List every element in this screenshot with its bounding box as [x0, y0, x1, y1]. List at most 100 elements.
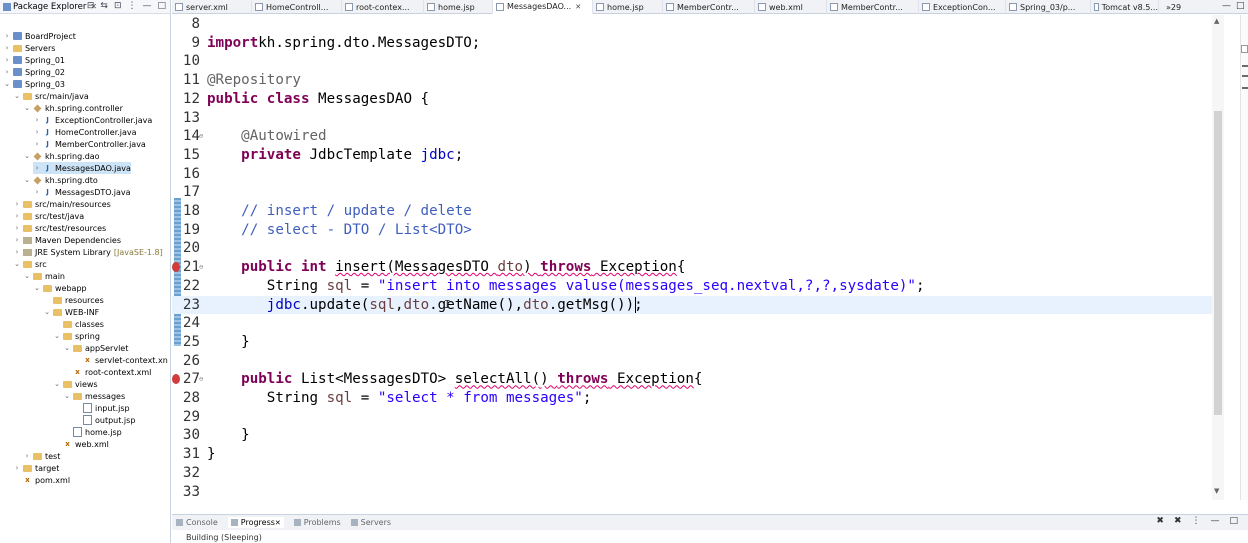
tree-item[interactable]: › test	[23, 450, 61, 462]
expand-arrow-icon[interactable]: ⌄	[63, 344, 71, 352]
editor-tab[interactable]: MemberContr...	[663, 0, 755, 14]
tree-item[interactable]: › BoardProject	[3, 30, 76, 42]
tree-item[interactable]: ⌄ kh.spring.controller	[23, 102, 123, 114]
code-line[interactable]: 9 importkh.spring.dto.MessagesDTO;	[172, 34, 1212, 53]
tree-item[interactable]: ⌄ Spring_03	[3, 78, 65, 90]
fold-toggle-icon[interactable]: ⊖	[199, 370, 203, 389]
code-editor[interactable]: 8 9 importkh.spring.dto.MessagesDTO; 10 11 @R…	[172, 15, 1240, 500]
expand-arrow-icon[interactable]: ⌄	[33, 284, 41, 292]
code-text[interactable]: }	[207, 333, 250, 352]
tree-item[interactable]: › Maven Dependencies	[13, 234, 121, 246]
expand-arrow-icon[interactable]: ⌄	[23, 176, 31, 184]
bottom-tab[interactable]: Console	[176, 518, 218, 527]
code-text[interactable]: String sql = "insert into messages valus…	[207, 277, 925, 296]
tree-item[interactable]: ⌄ views	[53, 378, 98, 390]
code-text[interactable]: public int insert(MessagesDTO dto) throw…	[207, 258, 685, 277]
code-line[interactable]: 24	[172, 314, 1212, 333]
expand-arrow-icon[interactable]: ⌄	[3, 80, 11, 88]
maximize-icon[interactable]: □	[157, 1, 166, 11]
tree-item[interactable]: ⌄ spring	[53, 330, 100, 342]
minimize-icon[interactable]: —	[142, 1, 151, 11]
scroll-up-icon[interactable]: ▲	[1214, 17, 1219, 25]
tree-item[interactable]: ⌄ main	[23, 270, 65, 282]
code-text[interactable]: // insert / update / delete	[207, 202, 472, 221]
editor-tab[interactable]: Tomcat v8.5...	[1091, 0, 1159, 14]
code-line[interactable]: 22 String sql = "insert into messages va…	[172, 277, 1212, 296]
overview-marker[interactable]	[1242, 65, 1248, 67]
vertical-scrollbar[interactable]: ▲ ▼	[1212, 15, 1224, 500]
tree-item[interactable]: output.jsp	[73, 414, 135, 426]
expand-arrow-icon[interactable]: ›	[33, 140, 41, 148]
code-line[interactable]: 17	[172, 183, 1212, 202]
code-line[interactable]: 14 ⊖ @Autowired	[172, 127, 1212, 146]
code-line[interactable]: 18 // insert / update / delete	[172, 202, 1212, 221]
expand-arrow-icon[interactable]: ›	[3, 44, 11, 52]
code-line[interactable]: 16	[172, 165, 1212, 184]
expand-arrow-icon[interactable]: ›	[13, 224, 21, 232]
tree-item[interactable]: pom.xml	[13, 474, 70, 486]
editor-tab[interactable]: MemberContr...	[827, 0, 919, 14]
code-line[interactable]: 29	[172, 408, 1212, 427]
expand-arrow-icon[interactable]: ›	[13, 212, 21, 220]
tab-overflow-button[interactable]: »29	[1163, 0, 1191, 14]
editor-tab[interactable]: server.xml	[172, 0, 252, 14]
editor-tab[interactable]: home.jsp	[424, 0, 493, 14]
expand-arrow-icon[interactable]: ›	[33, 164, 41, 172]
tree-item[interactable]: ⌄ kh.spring.dao	[23, 150, 100, 162]
tree-item[interactable]: › ExceptionController.java	[33, 114, 153, 126]
code-line[interactable]: 8	[172, 15, 1212, 34]
minimize-icon[interactable]: —	[1222, 1, 1231, 11]
link-editor-icon[interactable]: ⇆	[100, 1, 108, 11]
code-line[interactable]: 28 String sql = "select * from messages"…	[172, 389, 1212, 408]
fold-toggle-icon[interactable]: ⊖	[199, 127, 203, 146]
code-text[interactable]: }	[207, 445, 216, 464]
tree-item[interactable]: home.jsp	[63, 426, 122, 438]
expand-arrow-icon[interactable]: ⌄	[13, 92, 21, 100]
minimize-icon[interactable]: —	[1210, 516, 1219, 526]
editor-tab[interactable]: MessagesDAO... ✕	[493, 0, 593, 14]
expand-arrow-icon[interactable]: ⌄	[23, 104, 31, 112]
focus-icon[interactable]: ⊡	[114, 1, 122, 11]
code-text[interactable]: // select - DTO / List<DTO>	[207, 221, 472, 240]
expand-arrow-icon[interactable]: ⌄	[43, 308, 51, 316]
tree-item[interactable]: ⌄ src	[13, 258, 47, 270]
bottom-tab[interactable]: Servers	[350, 518, 391, 527]
tree-item[interactable]: › target	[13, 462, 60, 474]
tree-item[interactable]: › MemberController.java	[33, 138, 146, 150]
tree-item[interactable]: ⌄ messages	[63, 390, 125, 402]
code-line[interactable]: 32	[172, 464, 1212, 483]
expand-arrow-icon[interactable]: ›	[13, 464, 21, 472]
tree-item[interactable]: › MessagesDTO.java	[33, 186, 131, 198]
expand-arrow-icon[interactable]: ›	[23, 452, 31, 460]
code-line[interactable]: 27 ⊖ public List<MessagesDTO> selectAll()…	[172, 370, 1212, 389]
tree-item[interactable]: › JRE System Library [JavaSE-1.8]	[13, 246, 163, 258]
view-menu-icon[interactable]: ⋮	[1191, 516, 1200, 526]
code-line[interactable]: 19 // select - DTO / List<DTO>	[172, 221, 1212, 240]
tree-item[interactable]: root-context.xml	[63, 366, 151, 378]
scrollbar-thumb[interactable]	[1214, 111, 1222, 415]
tree-item[interactable]: › src/main/resources	[13, 198, 111, 210]
tree-item[interactable]: › MessagesDAO.java	[33, 162, 131, 174]
expand-arrow-icon[interactable]: ›	[33, 128, 41, 136]
tree-item[interactable]: web.xml	[53, 438, 109, 450]
expand-arrow-icon[interactable]: ›	[13, 200, 21, 208]
code-line[interactable]: 31}	[172, 445, 1212, 464]
code-text[interactable]: private JdbcTemplate jdbc;	[207, 146, 463, 165]
collapse-all-icon[interactable]: ⊟	[87, 1, 95, 11]
remove-all-icon[interactable]: ✖	[1174, 516, 1182, 526]
code-line[interactable]: 11 @Repository	[172, 71, 1212, 90]
code-line[interactable]: 23 jdbc.update(sql,dto.getName(),dto.get…	[172, 295, 1212, 315]
tree-item[interactable]: resources	[43, 294, 104, 306]
tree-item[interactable]: ⌄ appServlet	[63, 342, 128, 354]
expand-arrow-icon[interactable]: ›	[33, 188, 41, 196]
code-text[interactable]: jdbc.update(sql,dto.getName(),dto.getMsg…	[207, 296, 643, 315]
tree-item[interactable]: › Spring_02	[3, 66, 65, 78]
code-line[interactable]: 26	[172, 352, 1212, 371]
tree-item[interactable]: ⌄ kh.spring.dto	[23, 174, 98, 186]
expand-arrow-icon[interactable]: ›	[3, 32, 11, 40]
overview-marker[interactable]	[1242, 75, 1248, 77]
expand-arrow-icon[interactable]: ›	[3, 68, 11, 76]
editor-tab[interactable]: home.jsp	[593, 0, 663, 14]
clear-icon[interactable]: ✖	[1156, 516, 1164, 526]
code-text[interactable]: importkh.spring.dto.MessagesDTO;	[207, 34, 480, 53]
